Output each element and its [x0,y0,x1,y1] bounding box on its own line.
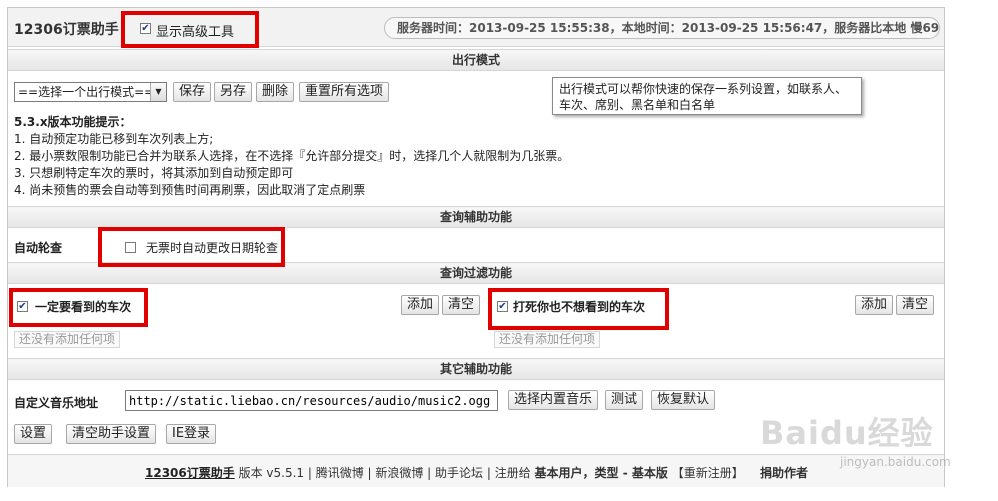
chevron-down-icon[interactable]: ▼ [150,83,166,101]
highlight-must-see [9,288,148,327]
delete-button[interactable]: 删除 [256,82,295,102]
section-travel-mode: 出行模式 [8,49,944,71]
restore-default-button[interactable]: 恢复默认 [651,390,716,410]
footer-line: 12306订票助手 版本 v5.5.1 | 腾讯微博 | 新浪微博 | 助手论坛… [145,464,744,481]
server-time-box: 服务器时间：2013-09-25 15:55:38，本地时间：2013-09-2… [384,17,940,39]
notes-item: 4. 尚未预售的票会自动等到预售时间再刷票，因此取消了定点刷票 [14,183,366,197]
save-button[interactable]: 保存 [173,82,212,102]
notes-item: 1. 自动预定功能已移到车次列表上方; [14,132,214,146]
section-other-assist: 其它辅助功能 [8,358,944,380]
music-url-label: 自定义音乐地址 [14,396,99,410]
travel-mode-select[interactable]: ==选择一个出行模式== ▼ [14,82,167,102]
notes-item: 3. 只想刷特定车次的票时，将其添加到自动预定即可 [14,166,294,180]
highlight-never-see [488,288,669,330]
music-url-input[interactable] [125,390,498,411]
test-button[interactable]: 测试 [605,390,644,410]
ie-login-button[interactable]: IE登录 [166,424,217,444]
section-query-assist: 查询辅助功能 [8,206,944,228]
app-title: 12306订票助手 [14,22,119,38]
reset-all-button[interactable]: 重置所有选项 [299,82,390,102]
highlight-auto-change-date [98,227,285,267]
never-see-add-button[interactable]: 添加 [855,295,894,315]
save-as-button[interactable]: 另存 [214,82,253,102]
footer-reregister-link[interactable]: 【重新注册】 [672,466,744,480]
footer-app-link[interactable]: 12306订票助手 [145,466,235,480]
auto-rotate-label: 自动轮查 [14,241,63,255]
notes-title: 5.3.x版本功能提示： [14,115,132,129]
watermark-site: jingyan.baidu.com [840,455,951,469]
version-notes: 5.3.x版本功能提示： 1. 自动预定功能已移到车次列表上方; 2. 最小票数… [14,114,569,199]
settings-button[interactable]: 设置 [14,424,53,444]
footer-donate-link[interactable]: 捐助作者 [760,464,808,481]
must-see-add-button[interactable]: 添加 [401,295,440,315]
server-time-text: 服务器时间：2013-09-25 15:55:38，本地时间：2013-09-2… [397,21,940,35]
never-see-clear-button[interactable]: 清空 [896,295,935,315]
footer: 12306订票助手 版本 v5.5.1 | 腾讯微博 | 新浪微博 | 助手论坛… [8,454,944,487]
must-see-empty-list: 还没有添加任何项 [14,331,121,348]
clear-settings-button[interactable]: 清空助手设置 [66,424,157,444]
travel-mode-tooltip: 出行模式可以帮你快速的保存一系列设置，如联系人、车次、席别、黑名单和白名单 [552,77,862,115]
footer-user-type: 基本用户，类型 - 基本版 [534,466,668,480]
footer-version-text[interactable]: 版本 v5.5.1 | 腾讯微博 | 新浪微博 | 助手论坛 | 注册给 [239,466,531,480]
notes-item: 2. 最小票数限制功能已合并为联系人选择，在不选择『允许部分提交』时，选择几个人… [14,149,570,163]
never-see-empty-list: 还没有添加任何项 [494,331,601,348]
highlight-advanced-tools [121,11,259,48]
must-see-clear-button[interactable]: 清空 [442,295,481,315]
choose-builtin-music-button[interactable]: 选择内置音乐 [508,390,599,410]
travel-mode-select-value: ==选择一个出行模式== [18,85,155,99]
watermark-logo: Baidu经验 [760,414,934,452]
